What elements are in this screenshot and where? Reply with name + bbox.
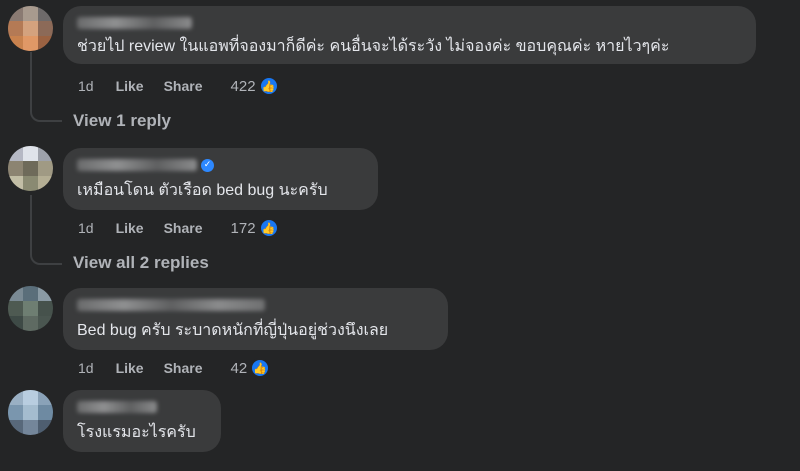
avatar[interactable]	[8, 390, 53, 435]
like-thumb-icon: 👍	[258, 76, 279, 96]
comments-section: ช่วยไป review ในแอพที่จองมาก็ดีค่ะ คนอื่…	[0, 0, 800, 471]
like-button[interactable]: Like	[116, 360, 144, 376]
comment-text: ช่วยไป review ในแอพที่จองมาก็ดีค่ะ คนอื่…	[77, 38, 670, 55]
commenter-name[interactable]	[77, 296, 434, 314]
avatar[interactable]	[8, 146, 53, 191]
view-replies-link[interactable]: View 1 reply	[73, 111, 171, 131]
comment-bubble: Bed bug ครับ ระบาดหนักที่ญี่ปุ่นอยู่ช่วง…	[63, 288, 448, 350]
like-thumb-icon: 👍	[250, 358, 271, 378]
thread-connector	[30, 251, 62, 265]
reaction-count[interactable]: 422 👍	[231, 76, 279, 96]
thread-line	[30, 52, 32, 108]
comment-text: Bed bug ครับ ระบาดหนักที่ญี่ปุ่นอยู่ช่วง…	[77, 322, 389, 339]
share-button[interactable]: Share	[164, 360, 203, 376]
comment-time[interactable]: 1d	[78, 360, 94, 376]
commenter-name[interactable]	[77, 398, 207, 416]
comment-actions: 1d Like Share 172 👍	[78, 218, 279, 238]
like-thumb-icon: 👍	[258, 218, 279, 238]
comment-time[interactable]: 1d	[78, 78, 94, 94]
view-replies-link[interactable]: View all 2 replies	[73, 253, 209, 273]
comment-actions: 1d Like Share 42 👍	[78, 358, 271, 378]
share-button[interactable]: Share	[164, 220, 203, 236]
verified-badge-icon: ✓	[201, 158, 214, 172]
comment-bubble: ช่วยไป review ในแอพที่จองมาก็ดีค่ะ คนอื่…	[63, 6, 756, 64]
like-button[interactable]: Like	[116, 78, 144, 94]
comment-time[interactable]: 1d	[78, 220, 94, 236]
thread-line	[30, 195, 32, 251]
avatar[interactable]	[8, 286, 53, 331]
reaction-count-value: 172	[230, 219, 256, 237]
reaction-count-value: 422	[230, 77, 256, 95]
like-button[interactable]: Like	[116, 220, 144, 236]
comment-text: โรงแรมอะไรครับ	[77, 424, 196, 441]
reaction-count[interactable]: 42 👍	[231, 358, 271, 378]
commenter-name[interactable]: ✓	[77, 156, 364, 174]
comment-bubble: โรงแรมอะไรครับ	[63, 390, 221, 452]
comment-bubble: ✓ เหมือนโดน ตัวเรือด bed bug นะครับ	[63, 148, 378, 210]
avatar[interactable]	[8, 6, 53, 51]
reaction-count[interactable]: 172 👍	[231, 218, 279, 238]
thread-connector	[30, 108, 62, 122]
share-button[interactable]: Share	[164, 78, 203, 94]
comment-text: เหมือนโดน ตัวเรือด bed bug นะครับ	[77, 182, 328, 199]
commenter-name[interactable]	[77, 14, 742, 32]
comment-actions: 1d Like Share 422 👍	[78, 76, 279, 96]
reaction-count-value: 42	[230, 359, 248, 377]
